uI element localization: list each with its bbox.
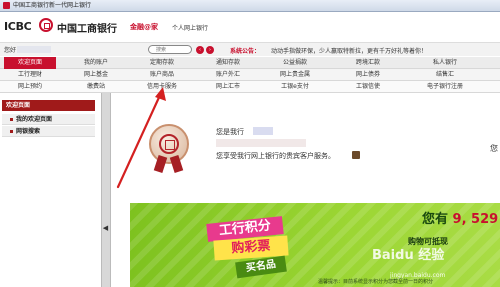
brand-cn: 中国工商银行 [57,24,117,35]
nav-item[interactable]: 通知存款 [202,57,254,69]
nav-item[interactable]: 网上预约 [4,81,56,93]
nav-item[interactable]: 账户商品 [136,69,188,81]
user-name-redacted [17,46,51,53]
brand-en: ICBC [4,20,32,33]
nav-item[interactable]: 工行理财 [4,69,56,81]
left-item-search[interactable]: 网银搜索 [2,126,95,137]
left-item-my-welcome[interactable]: 我的欢迎页面 [2,114,95,125]
chevron-left-icon[interactable]: ‹ [196,46,204,54]
nav-item[interactable]: 工银信使 [338,81,398,93]
site-header: ICBC 中国工商银行 金融@家 个人网上银行 [0,12,500,46]
notice-label: 系统公告： [230,48,261,55]
nav-item[interactable]: 网上汇市 [202,81,254,93]
nav-row: 工行理财 网上基金 账户商品 账户外汇 网上贵金属 网上债券 结售汇 [0,69,500,81]
search-input[interactable] [148,45,192,54]
nav-item[interactable]: 电子银行注册 [410,81,480,93]
nav-item[interactable]: 跨境汇款 [338,57,398,69]
right-edge-text: 您 [490,144,498,153]
watermark: Baidu 经验 [372,248,445,263]
nav-row: 网上预约 缴费站 信用卡服务 网上汇市 工银e支付 工银信使 电子银行注册 [0,81,500,93]
nav-row: 欢迎页面 我的账户 定期存款 通知存款 公益捐款 跨境汇款 私人银行 [0,57,500,69]
greeting-line: 您享受我行网上银行的贵宾客户服务。 [216,152,335,160]
nav-item[interactable]: 网上贵金属 [266,69,324,81]
nav-item-credit-card[interactable]: 信用卡服务 [136,81,188,93]
customer-level-redacted [253,127,273,135]
points-balance: 您有 9, 529 工 [422,208,500,227]
nav-item[interactable]: 网上基金 [70,69,122,81]
greeting-prefix: 您是我行 [216,128,244,136]
nav-item[interactable]: 我的账户 [70,57,122,69]
nav-item[interactable]: 私人银行 [410,57,480,69]
left-item-label: 网银搜索 [16,128,41,135]
notice-text[interactable]: 动动手指做环保，少人赢取特新拉，更有千万好礼等着你！ [271,46,427,55]
brand-tag: 个人网上银行 [172,25,209,32]
panel-splitter[interactable] [101,93,111,287]
nav-item[interactable]: 定期存款 [136,57,188,69]
watermark-url: jingyan.baidu.com [390,272,446,279]
banner-footer: 温馨提示：目前系统显示积分为您截至前一日的积分 [318,279,434,285]
icbc-logo-icon [39,18,53,32]
left-panel-title: 欢迎页面 [2,100,95,111]
main-nav: 欢迎页面 我的账户 定期存款 通知存款 公益捐款 跨境汇款 私人银行 工行理财 … [0,57,500,93]
title-bar: 中国工商银行新一代网上银行 [0,0,500,12]
points-prefix: 您有 [422,212,449,227]
nav-item[interactable]: 工银e支付 [266,81,324,93]
bullet-icon [10,118,13,121]
nav-item[interactable]: 缴费站 [70,81,122,93]
points-value: 9, 529 [452,212,499,227]
app-icon [3,2,10,9]
nav-item[interactable]: 结售汇 [410,69,480,81]
greeting-redacted [216,139,306,147]
nav-item[interactable]: 公益捐款 [266,57,324,69]
icbc-logo-icon [159,134,179,154]
brand-sub: 金融@家 [130,23,158,31]
browser-window: 中国工商银行新一代网上银行 ICBC 中国工商银行 金融@家 个人网上银行 您好… [0,0,500,287]
user-bar: 您好 ‹ › 系统公告： 动动手指做环保，少人赢取特新拉，更有千万好礼等着你！ [0,42,500,56]
chevron-right-icon[interactable]: › [206,46,214,54]
left-panel: 欢迎页面 我的欢迎页面 网银搜索 [0,100,108,287]
left-item-label: 我的欢迎页面 [16,116,53,123]
nav-item-welcome[interactable]: 欢迎页面 [4,57,56,69]
vip-badge-icon [352,151,360,159]
nav-item[interactable]: 账户外汇 [202,69,254,81]
bullet-icon [10,130,13,133]
window-title: 中国工商银行新一代网上银行 [13,2,92,9]
collapse-arrow-icon[interactable]: ◀ [102,224,109,233]
nav-item[interactable]: 网上债券 [338,69,398,81]
user-label: 您好 [4,47,17,54]
